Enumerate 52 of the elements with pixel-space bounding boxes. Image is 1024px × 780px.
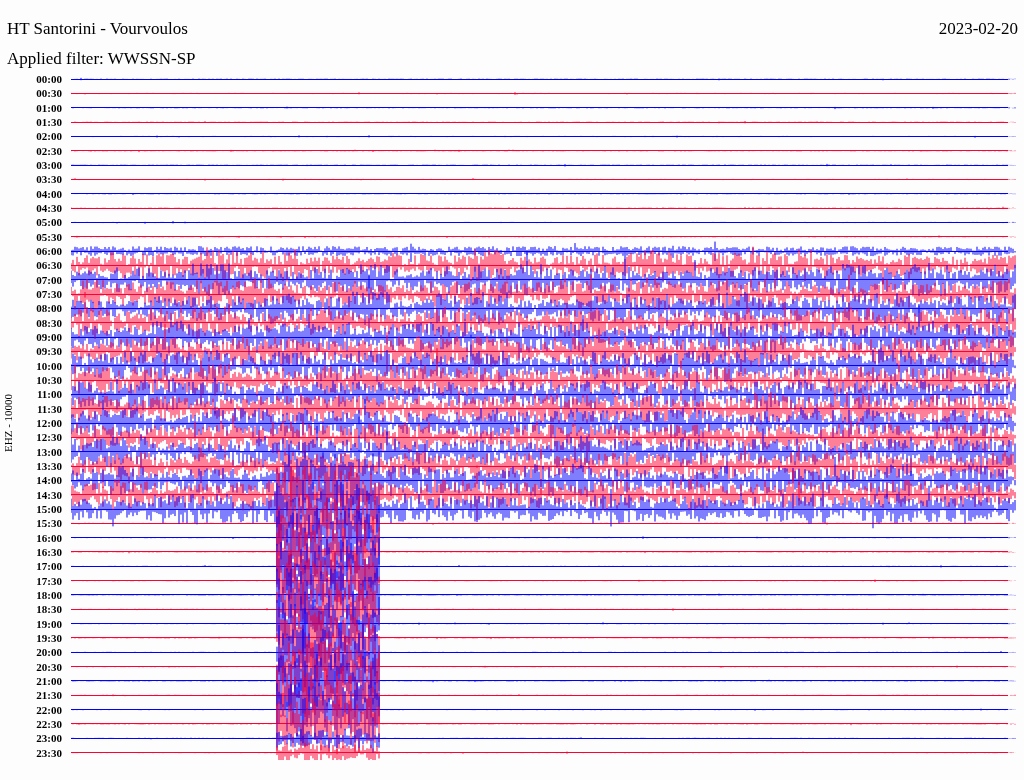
time-label: 23:30 <box>35 746 63 759</box>
time-label: 18:00 <box>35 588 63 601</box>
time-label: 08:00 <box>35 302 63 315</box>
time-label: 10:00 <box>35 359 63 372</box>
time-label: 02:00 <box>35 130 63 143</box>
time-label: 22:00 <box>35 703 63 716</box>
time-label: 05:30 <box>35 230 63 243</box>
time-label: 06:00 <box>35 245 63 258</box>
time-label: 04:00 <box>35 187 63 200</box>
time-label: 07:30 <box>35 288 63 301</box>
time-label: 01:00 <box>35 101 63 114</box>
time-label: 07:00 <box>35 273 63 286</box>
time-label: 19:00 <box>35 617 63 630</box>
time-label: 03:30 <box>35 173 63 186</box>
time-label: 15:00 <box>35 503 63 515</box>
time-label: 23:00 <box>35 732 63 745</box>
time-label: 12:00 <box>35 417 63 430</box>
time-label: 14:00 <box>35 474 63 487</box>
time-label: 10:30 <box>35 374 63 387</box>
time-label: 20:00 <box>35 646 63 659</box>
time-label: 19:30 <box>35 631 63 644</box>
time-label: 16:30 <box>35 546 63 558</box>
time-label: 14:30 <box>35 488 63 501</box>
time-label: 11:30 <box>35 402 63 415</box>
time-label: 04:30 <box>35 202 63 215</box>
time-label: 11:00 <box>35 388 63 401</box>
time-label: 17:30 <box>35 574 63 587</box>
time-label: 12:30 <box>35 431 63 444</box>
time-label: 08:30 <box>35 316 63 329</box>
time-label: 20:30 <box>35 660 63 673</box>
station-title: HT Santorini - Vourvoulos <box>7 18 188 40</box>
time-label: 21:30 <box>35 689 63 702</box>
time-label: 22:30 <box>35 717 63 730</box>
time-label: 03:00 <box>35 159 63 172</box>
time-label: 15:30 <box>35 517 63 530</box>
time-label: 06:30 <box>35 259 63 272</box>
time-label: 16:00 <box>35 531 63 544</box>
time-label: 13:00 <box>35 445 63 458</box>
time-label: 01:30 <box>35 116 63 129</box>
time-label: 00:00 <box>35 73 63 86</box>
time-label: 13:30 <box>35 460 63 472</box>
time-label: 05:00 <box>35 216 63 229</box>
time-label: 09:00 <box>35 331 63 344</box>
channel-label: EHZ - 10000 <box>2 393 14 452</box>
filter-label: Applied filter: WWSSN-SP <box>6 48 197 70</box>
time-label: 17:00 <box>35 560 63 573</box>
date-label: 2023-02-20 <box>938 18 1018 40</box>
time-label: 18:30 <box>35 603 63 616</box>
time-label: 21:00 <box>35 674 63 687</box>
time-label: 09:30 <box>35 345 63 358</box>
time-label: 02:30 <box>35 144 63 157</box>
time-label: 00:30 <box>35 87 63 100</box>
